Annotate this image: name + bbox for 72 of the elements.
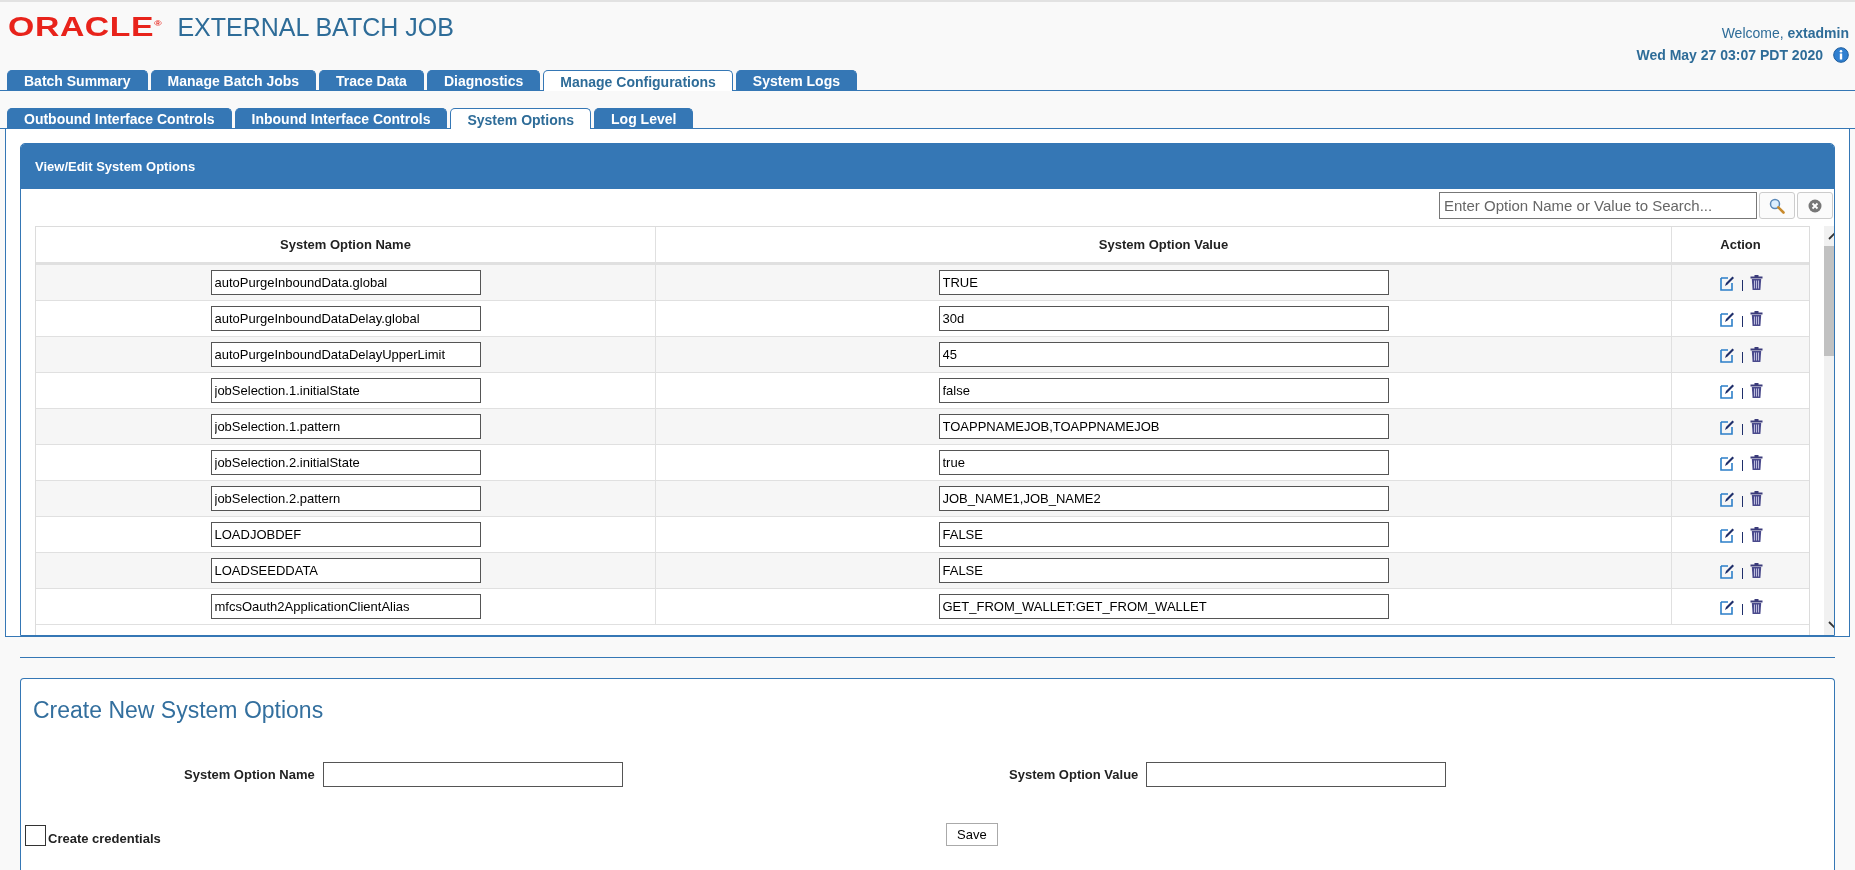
edit-icon[interactable] [1718,310,1735,327]
nav-tab[interactable]: Trace Data [319,70,424,90]
edit-icon[interactable] [1718,382,1735,399]
trash-icon[interactable] [1749,455,1763,470]
trash-icon[interactable] [1749,347,1763,362]
edit-icon[interactable] [1718,346,1735,363]
date-time: Wed May 27 03:07 PDT 2020 [1636,47,1823,63]
trash-icon[interactable] [1749,527,1763,542]
option-name-field[interactable]: jobSelection.2.pattern [210,486,481,511]
info-icon[interactable] [1833,47,1849,63]
option-name-field[interactable]: jobSelection.1.pattern [210,414,481,439]
clear-icon [1808,198,1822,213]
column-header: System Option Name [36,227,656,262]
section-title: Create New System Options [32,697,325,724]
trash-icon[interactable] [1749,563,1763,578]
save-button[interactable]: Save [946,823,998,846]
edit-icon[interactable] [1718,598,1735,615]
panel-title: View/Edit System Options [35,159,196,174]
field-label: System Option Value [1009,767,1139,782]
option-name-field[interactable]: jobSelection.2.initialState [210,450,481,475]
option-name-field[interactable]: jobSelection.1.initialState [210,378,481,403]
checkbox-label: Create credentials [48,831,161,846]
search-button[interactable] [1759,192,1795,219]
option-value-field[interactable]: FALSE [938,558,1389,583]
column-header: Action [1719,236,1762,254]
search-icon [1769,197,1785,214]
nav-tab[interactable]: Manage Configurations [543,70,733,91]
option-name-field[interactable]: LOADSEEDDATA [210,558,481,583]
nav-tab[interactable]: System Logs [735,70,857,90]
option-value-field[interactable]: false [938,378,1389,403]
edit-icon[interactable] [1718,490,1735,507]
sub-tab[interactable]: Inbound Interface Controls [234,108,448,128]
nav-tab[interactable]: Manage Batch Jobs [150,70,317,90]
edit-icon[interactable] [1718,454,1735,471]
field-label: System Option Name [184,767,315,782]
edit-icon[interactable] [1718,562,1735,579]
option-value-field[interactable]: true [938,450,1389,475]
option-name-field[interactable]: autoPurgeInboundDataDelayUpperLimit [210,342,481,367]
nav-tab[interactable]: Batch Summary [7,70,148,90]
option-value-field[interactable]: TOAPPNAMEJOB,TOAPPNAMEJOB [938,414,1389,439]
option-value-field[interactable]: 30d [938,306,1389,331]
edit-icon[interactable] [1718,274,1735,291]
edit-icon[interactable] [1718,526,1735,543]
option-name-field[interactable]: mfcsOauth2ApplicationClientAlias [210,594,481,619]
option-name-field[interactable]: autoPurgeInboundDataDelay.global [210,306,481,331]
clear-button[interactable] [1797,192,1833,219]
option-value-field[interactable]: JOB_NAME1,JOB_NAME2 [938,486,1389,511]
sub-tab[interactable]: Outbound Interface Controls [7,108,232,128]
input-field[interactable] [1146,762,1447,787]
option-value-field[interactable]: TRUE [938,270,1389,295]
trash-icon[interactable] [1749,491,1763,506]
option-name-field[interactable]: autoPurgeInboundData.global [210,270,481,295]
trash-icon[interactable] [1749,311,1763,326]
option-value-field[interactable]: 45 [938,342,1389,367]
edit-icon[interactable] [1718,418,1735,435]
checkbox[interactable] [25,825,46,846]
option-value-field[interactable]: GET_FROM_WALLET:GET_FROM_WALLET [938,594,1389,619]
sub-tab[interactable]: Log Level [594,108,694,128]
sub-tab[interactable]: System Options [450,108,592,129]
trash-icon[interactable] [1749,419,1763,434]
trash-icon[interactable] [1749,383,1763,398]
option-value-field[interactable]: FALSE [938,522,1389,547]
trash-icon[interactable] [1749,275,1763,290]
column-header: System Option Value [656,227,1672,262]
welcome-text: Welcome, extadmin [1721,25,1849,41]
oracle-logo: ORACLE$^{®}$ [8,12,163,43]
nav-tab[interactable]: Diagnostics [426,70,541,90]
app-title: EXTERNAL BATCH JOB [177,13,454,42]
input-field[interactable] [322,762,623,787]
option-name-field[interactable]: LOADJOBDEF [210,522,481,547]
search-field[interactable]: Enter Option Name or Value to Search... [1439,192,1757,219]
trash-icon[interactable] [1749,599,1763,614]
